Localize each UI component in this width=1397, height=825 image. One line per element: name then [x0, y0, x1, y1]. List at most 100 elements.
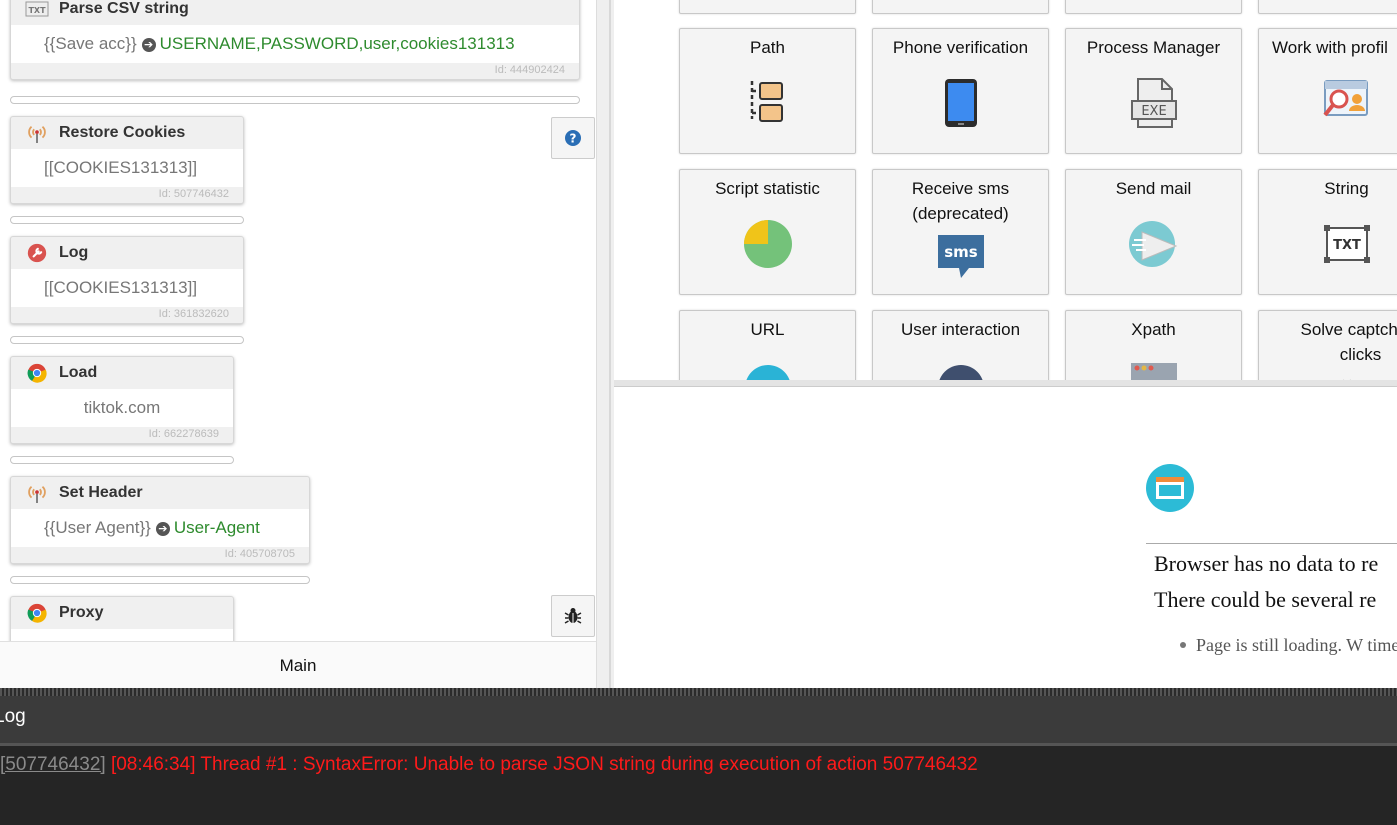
action-title: Parse CSV string	[59, 0, 189, 17]
action-proxy[interactable]: Proxy	[10, 596, 234, 641]
action-id: Id: 444902424	[494, 64, 565, 76]
action-connector	[10, 96, 580, 104]
action-set-header[interactable]: Set Header {{User Agent}} ➔ User-Agent Id:…	[10, 476, 310, 564]
svg-text:EXE: EXE	[1141, 104, 1166, 119]
action-title: Proxy	[59, 604, 104, 621]
tile-phone-verification[interactable]: Phone verification	[872, 28, 1049, 154]
mail-send-icon	[1128, 221, 1177, 267]
url-icon	[745, 365, 790, 380]
debug-button[interactable]	[551, 595, 595, 637]
pie-chart-icon	[743, 220, 792, 268]
action-title: Restore Cookies	[59, 124, 186, 141]
tile-label: Receive sms (deprecated)	[911, 179, 1010, 223]
tile-label: Xpath	[1131, 320, 1176, 339]
log-resize-handle[interactable]	[0, 688, 1397, 696]
tile-string[interactable]: String TXT	[1258, 169, 1397, 295]
tile-partial[interactable]	[679, 0, 856, 14]
log-entry: [507746432] [08:46:34] Thread #1 : Synta…	[0, 754, 978, 776]
action-id: Id: 507746432	[158, 188, 229, 200]
action-parse-csv[interactable]: TXT Parse CSV string {{Save acc}} ➔ USERNA…	[10, 0, 580, 80]
action-variable: {{Save acc}}	[44, 34, 137, 53]
browser-message: Browser has no data to re	[1154, 551, 1379, 576]
action-restore-cookies[interactable]: Restore Cookies [[COOKIES131313]] Id: 50…	[10, 116, 244, 204]
arrow-right-icon: ➔	[141, 38, 156, 52]
action-title: Set Header	[59, 484, 143, 501]
profile-search-icon	[1322, 80, 1368, 117]
vertical-splitter[interactable]	[596, 0, 616, 688]
arrow-right-icon: ➔	[155, 522, 170, 536]
action-log[interactable]: Log [[COOKIES131313]] Id: 361832620	[10, 236, 244, 324]
log-entry-id-link[interactable]: [507746432]	[0, 754, 106, 775]
antenna-icon	[28, 485, 46, 503]
action-connector	[10, 216, 244, 224]
xpath-icon	[1130, 363, 1177, 380]
tile-script-statistic[interactable]: Script statistic	[679, 169, 856, 295]
action-connector	[10, 336, 244, 344]
action-value: User-Agent	[173, 518, 260, 537]
tile-partial[interactable]	[1258, 0, 1397, 14]
log-title: Log	[0, 706, 26, 727]
tile-partial[interactable]	[1065, 0, 1242, 14]
antenna-icon	[28, 125, 46, 143]
tile-label: Work with profil	[1272, 38, 1388, 57]
tile-user-interaction[interactable]: User interaction	[872, 310, 1049, 380]
action-value: USERNAME,PASSWORD,user,cookies131313	[159, 34, 515, 53]
tile-work-with-profile[interactable]: Work with profil	[1258, 28, 1397, 154]
tile-label: Path	[750, 38, 785, 57]
action-title: Load	[59, 364, 98, 381]
browser-view: Browser has no data to re There could be…	[614, 387, 1397, 688]
tile-label: Phone verification	[892, 38, 1029, 57]
sms-icon-text: sms	[944, 243, 978, 261]
tile-xpath[interactable]: Xpath	[1065, 310, 1242, 380]
bullet-text: Page is still loading. W time.	[1196, 635, 1397, 655]
tile-label: Process Manager	[1086, 38, 1221, 57]
txt-icon-text: TXT	[1333, 238, 1361, 253]
user-icon	[938, 365, 983, 380]
tab-main[interactable]: Main	[0, 641, 596, 689]
tile-path[interactable]: Path	[679, 28, 856, 154]
txt-icon: TXT	[25, 1, 49, 17]
action-title: Log	[59, 244, 89, 261]
tile-solve-captcha[interactable]: Solve captcha v clicks	[1258, 310, 1397, 380]
action-text: [[COOKIES131313]]	[11, 269, 243, 307]
folder-tree-icon	[750, 81, 783, 122]
tile-label: URL	[750, 320, 785, 339]
tile-url[interactable]: URL	[679, 310, 856, 380]
action-connector	[10, 456, 234, 464]
action-id: Id: 361832620	[158, 308, 229, 320]
tile-send-mail[interactable]: Send mail	[1065, 169, 1242, 295]
tile-process-manager[interactable]: Process Manager EXE	[1065, 28, 1242, 154]
log-panel: Log [507746432] [08:46:34] Thread #1 : S…	[0, 688, 1397, 825]
help-button[interactable]: ?	[551, 117, 595, 159]
svg-text:?: ?	[570, 132, 577, 146]
tile-label: User interaction	[900, 320, 1021, 339]
tile-label: Solve captcha v clicks	[1300, 320, 1397, 364]
bug-icon	[564, 608, 582, 624]
log-title-bar: Log	[0, 696, 1397, 743]
phone-icon	[944, 79, 977, 127]
divider	[1146, 543, 1397, 544]
action-id: Id: 662278639	[148, 428, 219, 440]
action-text: [[COOKIES131313]]	[11, 149, 243, 187]
browser-window-icon	[1146, 464, 1194, 512]
question-icon: ?	[565, 130, 581, 146]
tile-label: Script statistic	[715, 179, 820, 198]
action-id: Id: 405708705	[224, 548, 295, 560]
action-tiles-grid: Path Phone verification Process Manager …	[614, 0, 1397, 380]
tile-receive-sms[interactable]: Receive sms (deprecated) sms	[872, 169, 1049, 295]
txt-string-icon: TXT	[1323, 225, 1370, 263]
sms-icon: sms	[937, 235, 984, 278]
wrench-icon	[27, 243, 47, 263]
browser-message: There could be several re	[1154, 587, 1377, 612]
svg-text:TXT: TXT	[28, 6, 46, 15]
tile-label: String	[1324, 179, 1369, 198]
tile-label: Send mail	[1115, 179, 1192, 198]
chrome-icon	[27, 603, 47, 623]
exe-file-icon: EXE	[1130, 78, 1177, 128]
action-load[interactable]: Load tiktok.com Id: 662278639	[10, 356, 234, 444]
chrome-icon	[27, 363, 47, 383]
horizontal-splitter[interactable]	[614, 380, 1397, 387]
tile-partial[interactable]	[872, 0, 1049, 14]
log-entry-message: [08:46:34] Thread #1 : SyntaxError: Unab…	[110, 754, 978, 775]
action-variable: {{User Agent}}	[44, 518, 151, 537]
